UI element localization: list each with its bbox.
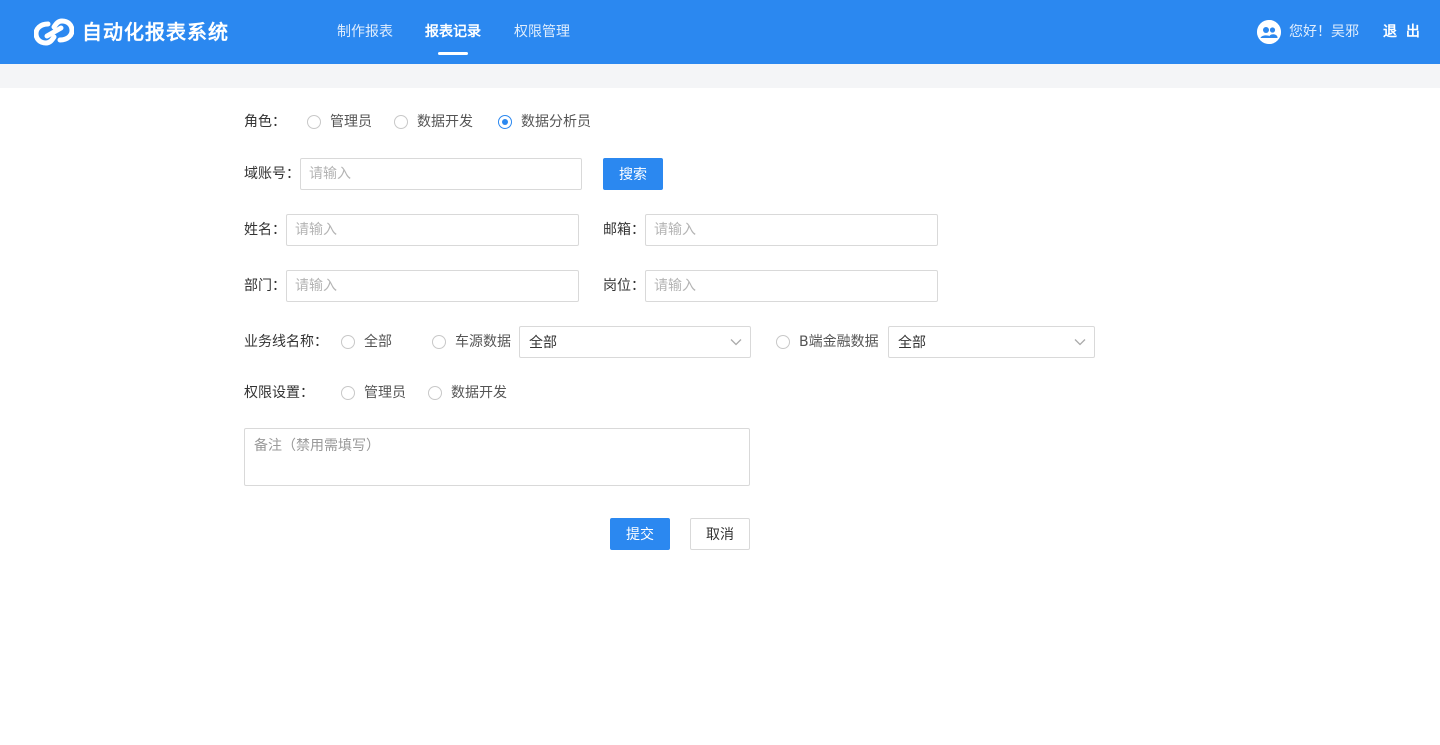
email-label: 邮箱：	[603, 222, 645, 238]
app-title: 自动化报表系统	[82, 20, 229, 44]
car-source-select[interactable]: 全部	[519, 326, 751, 358]
role-radio-data-analyst[interactable]	[498, 115, 512, 129]
name-label: 姓名：	[244, 222, 286, 238]
role-radio-data-dev[interactable]	[394, 115, 408, 129]
sub-header-bar	[0, 64, 1440, 88]
role-option-admin[interactable]: 管理员	[330, 112, 372, 132]
position-input[interactable]	[645, 270, 938, 302]
position-label: 岗位：	[603, 278, 645, 294]
logo-icon	[34, 18, 74, 46]
role-label: 角色：	[244, 114, 286, 130]
permission-option-admin[interactable]: 管理员	[364, 383, 406, 403]
business-line-label: 业务线名称：	[244, 334, 328, 350]
cancel-button[interactable]: 取消	[690, 518, 750, 550]
logout-button[interactable]: 退 出	[1383, 22, 1422, 42]
search-button[interactable]: 搜索	[603, 158, 663, 190]
active-nav-indicator	[438, 52, 468, 55]
department-label: 部门：	[244, 278, 286, 294]
nav-report-records[interactable]: 报表记录	[425, 22, 481, 42]
domain-account-label: 域账号：	[244, 166, 300, 182]
b-finance-select-value: 全部	[898, 335, 926, 351]
department-input[interactable]	[286, 270, 579, 302]
submit-button[interactable]: 提交	[610, 518, 670, 550]
business-radio-b-finance[interactable]	[776, 335, 790, 349]
permission-label: 权限设置：	[244, 385, 314, 401]
business-option-car-source[interactable]: 车源数据	[455, 332, 511, 352]
top-header: 自动化报表系统 制作报表 报表记录 权限管理 您好！吴邪 退 出	[0, 0, 1440, 64]
business-radio-car-source[interactable]	[432, 335, 446, 349]
name-input[interactable]	[286, 214, 579, 246]
email-input[interactable]	[645, 214, 938, 246]
role-option-data-dev[interactable]: 数据开发	[417, 112, 473, 132]
role-radio-admin[interactable]	[307, 115, 321, 129]
user-greeting: 您好！吴邪	[1289, 24, 1359, 40]
permission-radio-data-dev[interactable]	[428, 386, 442, 400]
permission-option-data-dev[interactable]: 数据开发	[451, 383, 507, 403]
chevron-down-icon	[1074, 339, 1086, 346]
domain-account-input[interactable]	[300, 158, 582, 190]
nav-create-report[interactable]: 制作报表	[337, 22, 393, 42]
user-avatar-icon	[1257, 20, 1281, 44]
chevron-down-icon	[730, 339, 742, 346]
remark-textarea[interactable]	[244, 428, 750, 486]
permission-radio-admin[interactable]	[341, 386, 355, 400]
b-finance-select[interactable]: 全部	[888, 326, 1095, 358]
role-option-data-analyst[interactable]: 数据分析员	[521, 112, 591, 132]
business-option-all[interactable]: 全部	[364, 332, 392, 352]
business-option-b-finance[interactable]: B端金融数据	[799, 332, 879, 352]
car-source-select-value: 全部	[529, 335, 557, 351]
business-radio-all[interactable]	[341, 335, 355, 349]
nav-permission-management[interactable]: 权限管理	[514, 22, 570, 42]
